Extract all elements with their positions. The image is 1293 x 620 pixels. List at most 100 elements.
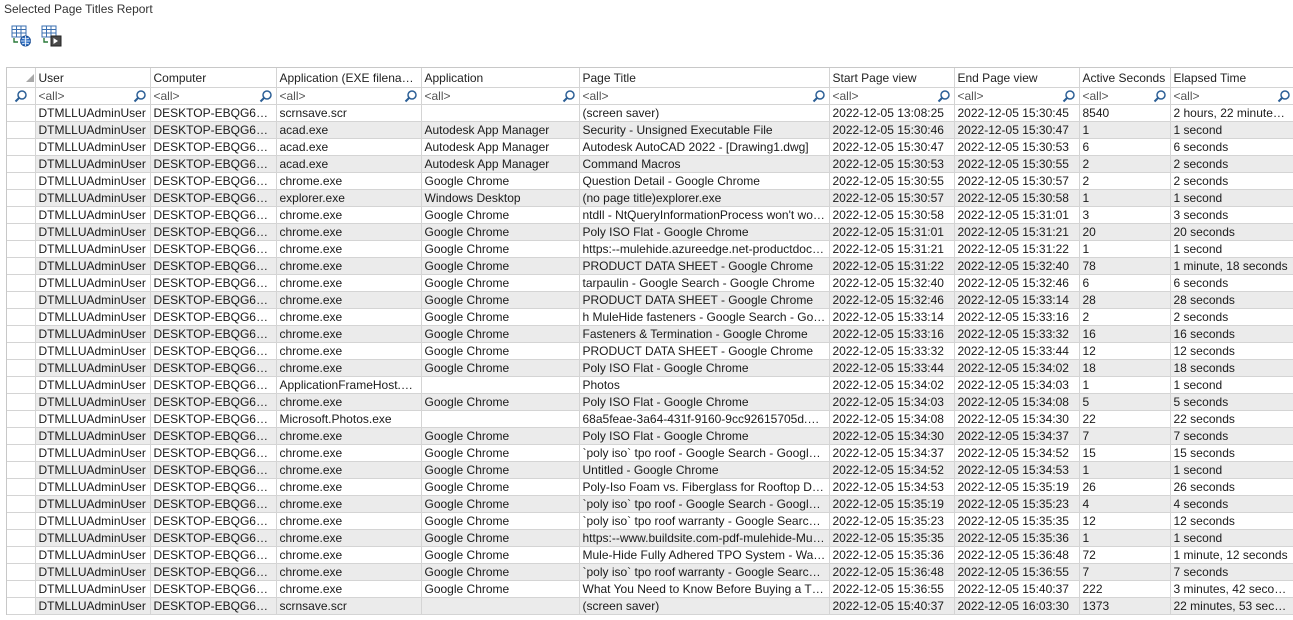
cell-start[interactable]: 2022-12-05 15:32:46 (829, 291, 955, 309)
cell-exe[interactable]: acad.exe (276, 155, 422, 173)
cell-application[interactable] (421, 104, 580, 122)
cell-active-seconds[interactable]: 1373 (1079, 597, 1171, 615)
row-selector[interactable] (7, 189, 36, 207)
table-row[interactable]: DTMLLUAdminUser DESKTOP-EBQG6RR acad.exe Au… (7, 155, 1293, 173)
cell-exe[interactable]: chrome.exe (276, 444, 422, 462)
row-selector[interactable] (7, 240, 36, 258)
cell-computer[interactable]: DESKTOP-EBQG6RR (150, 512, 277, 530)
cell-exe[interactable]: scrnsave.scr (276, 104, 422, 122)
cell-user[interactable]: DTMLLUAdminUser (35, 189, 151, 207)
row-selector[interactable] (7, 223, 36, 241)
cell-computer[interactable]: DESKTOP-EBQG6RR (150, 563, 277, 581)
row-selector[interactable] (7, 155, 36, 173)
cell-page-title[interactable]: Poly ISO Flat - Google Chrome (579, 427, 830, 445)
cell-exe[interactable]: chrome.exe (276, 461, 422, 479)
cell-elapsed[interactable]: 2 seconds (1170, 308, 1293, 326)
cell-user[interactable]: DTMLLUAdminUser (35, 410, 151, 428)
cell-application[interactable]: Google Chrome (421, 206, 580, 224)
cell-end[interactable]: 2022-12-05 15:30:53 (954, 138, 1080, 156)
row-selector[interactable] (7, 495, 36, 513)
cell-computer[interactable]: DESKTOP-EBQG6RR (150, 427, 277, 445)
cell-computer[interactable]: DESKTOP-EBQG6RR (150, 172, 277, 190)
cell-start[interactable]: 2022-12-05 15:31:21 (829, 240, 955, 258)
cell-active-seconds[interactable]: 6 (1079, 274, 1171, 292)
table-row[interactable]: DTMLLUAdminUser DESKTOP-EBQG6RR chrome.exe… (7, 359, 1293, 377)
cell-application[interactable]: Google Chrome (421, 257, 580, 275)
cell-start[interactable]: 2022-12-05 15:36:48 (829, 563, 955, 581)
cell-page-title[interactable]: PRODUCT DATA SHEET - Google Chrome (579, 257, 830, 275)
cell-computer[interactable]: DESKTOP-EBQG6RR (150, 240, 277, 258)
cell-start[interactable]: 2022-12-05 15:34:53 (829, 478, 955, 496)
cell-start[interactable]: 2022-12-05 15:35:19 (829, 495, 955, 513)
table-row[interactable]: DTMLLUAdminUser DESKTOP-EBQG6RR chrome.exe… (7, 206, 1293, 224)
cell-exe[interactable]: chrome.exe (276, 546, 422, 564)
column-header-elapsed[interactable]: Elapsed Time (1170, 68, 1293, 88)
cell-page-title[interactable]: Poly ISO Flat - Google Chrome (579, 393, 830, 411)
cell-end[interactable]: 2022-12-05 15:40:37 (954, 580, 1080, 598)
cell-start[interactable]: 2022-12-05 15:30:58 (829, 206, 955, 224)
cell-end[interactable]: 2022-12-05 15:35:19 (954, 478, 1080, 496)
cell-elapsed[interactable]: 2 seconds (1170, 155, 1293, 173)
cell-application[interactable]: Google Chrome (421, 308, 580, 326)
cell-active-seconds[interactable]: 6 (1079, 138, 1171, 156)
row-selector[interactable] (7, 393, 36, 411)
cell-user[interactable]: DTMLLUAdminUser (35, 495, 151, 513)
select-all-corner[interactable] (7, 68, 36, 88)
cell-end[interactable]: 2022-12-05 15:30:45 (954, 104, 1080, 122)
cell-start[interactable]: 2022-12-05 15:30:55 (829, 172, 955, 190)
cell-exe[interactable]: ApplicationFrameHost.exe (276, 376, 422, 394)
cell-elapsed[interactable]: 1 second (1170, 529, 1293, 547)
row-selector[interactable] (7, 359, 36, 377)
row-selector[interactable] (7, 597, 36, 615)
column-header-active-seconds[interactable]: Active Seconds (1079, 68, 1171, 88)
cell-exe[interactable]: chrome.exe (276, 274, 422, 292)
cell-end[interactable]: 2022-12-05 15:32:46 (954, 274, 1080, 292)
table-row[interactable]: DTMLLUAdminUser DESKTOP-EBQG6RR chrome.exe… (7, 325, 1293, 343)
cell-exe[interactable]: acad.exe (276, 121, 422, 139)
cell-page-title[interactable]: (screen saver) (579, 104, 830, 122)
row-selector[interactable] (7, 206, 36, 224)
cell-end[interactable]: 2022-12-05 15:34:03 (954, 376, 1080, 394)
cell-end[interactable]: 2022-12-05 15:30:47 (954, 121, 1080, 139)
table-row[interactable]: DTMLLUAdminUser DESKTOP-EBQG6RR chrome.exe… (7, 291, 1293, 309)
table-row[interactable]: DTMLLUAdminUser DESKTOP-EBQG6RR scrnsave.s… (7, 104, 1293, 122)
cell-page-title[interactable]: tarpaulin - Google Search - Google Chrom… (579, 274, 830, 292)
cell-user[interactable]: DTMLLUAdminUser (35, 172, 151, 190)
cell-elapsed[interactable]: 1 minute, 12 seconds (1170, 546, 1293, 564)
search-icon[interactable] (1277, 89, 1291, 103)
row-selector[interactable] (7, 121, 36, 139)
cell-elapsed[interactable]: 5 seconds (1170, 393, 1293, 411)
cell-computer[interactable]: DESKTOP-EBQG6RR (150, 155, 277, 173)
cell-start[interactable]: 2022-12-05 15:35:23 (829, 512, 955, 530)
cell-elapsed[interactable]: 12 seconds (1170, 342, 1293, 360)
cell-end[interactable]: 2022-12-05 15:35:23 (954, 495, 1080, 513)
cell-computer[interactable]: DESKTOP-EBQG6RR (150, 189, 277, 207)
cell-active-seconds[interactable]: 16 (1079, 325, 1171, 343)
cell-page-title[interactable]: (screen saver) (579, 597, 830, 615)
cell-page-title[interactable]: https:--mulehide.azureedge.net-productdo… (579, 240, 830, 258)
cell-exe[interactable]: chrome.exe (276, 580, 422, 598)
cell-user[interactable]: DTMLLUAdminUser (35, 308, 151, 326)
cell-start[interactable]: 2022-12-05 15:34:02 (829, 376, 955, 394)
cell-exe[interactable]: chrome.exe (276, 563, 422, 581)
filter-active-seconds[interactable]: <all> (1079, 87, 1171, 105)
cell-elapsed[interactable]: 28 seconds (1170, 291, 1293, 309)
table-row[interactable]: DTMLLUAdminUser DESKTOP-EBQG6RR chrome.exe… (7, 427, 1293, 445)
column-header-user[interactable]: User (35, 68, 151, 88)
cell-start[interactable]: 2022-12-05 15:31:01 (829, 223, 955, 241)
cell-user[interactable]: DTMLLUAdminUser (35, 240, 151, 258)
cell-end[interactable]: 2022-12-05 15:34:53 (954, 461, 1080, 479)
cell-end[interactable]: 2022-12-05 15:34:02 (954, 359, 1080, 377)
cell-start[interactable]: 2022-12-05 13:08:25 (829, 104, 955, 122)
cell-active-seconds[interactable]: 3 (1079, 206, 1171, 224)
cell-computer[interactable]: DESKTOP-EBQG6RR (150, 478, 277, 496)
cell-start[interactable]: 2022-12-05 15:30:53 (829, 155, 955, 173)
cell-exe[interactable]: explorer.exe (276, 189, 422, 207)
filter-start[interactable]: <all> (829, 87, 955, 105)
cell-start[interactable]: 2022-12-05 15:31:22 (829, 257, 955, 275)
cell-user[interactable]: DTMLLUAdminUser (35, 546, 151, 564)
row-selector[interactable] (7, 512, 36, 530)
cell-page-title[interactable]: `poly iso` tpo roof - Google Search - Go… (579, 495, 830, 513)
cell-application[interactable]: Google Chrome (421, 393, 580, 411)
row-selector[interactable] (7, 478, 36, 496)
